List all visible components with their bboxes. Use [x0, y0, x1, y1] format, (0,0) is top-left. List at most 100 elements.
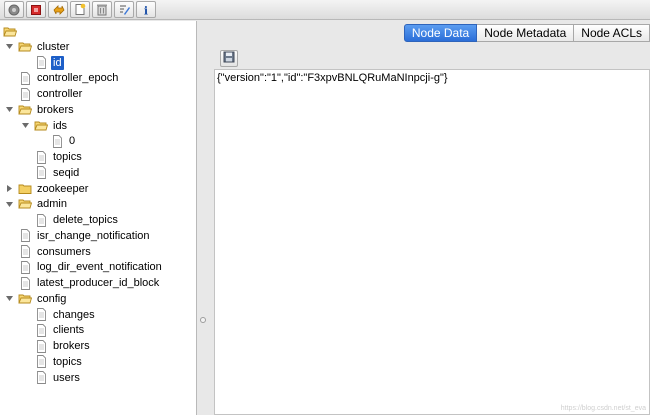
- add-node-icon: [74, 3, 86, 16]
- tree-item-label: controller_epoch: [37, 72, 119, 85]
- tree-item-isr-change-notification[interactable]: isr_change_notification: [5, 228, 152, 244]
- tree-item-label: seqid: [53, 166, 80, 179]
- tree-item-users[interactable]: users: [21, 370, 82, 386]
- file-icon: [34, 150, 48, 164]
- folder-open-icon: [3, 25, 17, 38]
- tree-item-label: topics: [53, 355, 82, 368]
- file-icon: [34, 323, 48, 337]
- expand-arrow-down-icon[interactable]: [21, 121, 30, 130]
- delete-node-icon: [96, 3, 108, 16]
- tree-panel[interactable]: cluster id controller_epoch controller broke…: [0, 21, 197, 415]
- tree-item-label: consumers: [37, 245, 91, 258]
- file-icon: [34, 355, 48, 369]
- tab-node-metadata[interactable]: Node Metadata: [477, 24, 575, 42]
- file-icon: [34, 339, 48, 353]
- floppy-disk-icon: [223, 51, 235, 66]
- info-button[interactable]: i: [136, 1, 156, 18]
- watermark-text: https://blog.csdn.net/st_eva: [560, 405, 646, 412]
- tree-item-label: topics: [53, 151, 82, 164]
- tree-item-controller-epoch[interactable]: controller_epoch: [5, 71, 120, 87]
- folder-open-icon: [18, 198, 32, 211]
- refresh-button[interactable]: [48, 1, 68, 18]
- tree-item-changes[interactable]: changes: [21, 307, 97, 323]
- tree-item-label: users: [53, 371, 80, 384]
- tree-item-topics[interactable]: topics: [21, 354, 84, 370]
- svg-text:i: i: [144, 4, 148, 16]
- folder-open-icon: [34, 119, 48, 132]
- tree-item-brokers[interactable]: brokers: [5, 102, 76, 118]
- file-icon: [18, 87, 32, 101]
- folder-open-icon: [18, 40, 32, 53]
- file-icon: [34, 308, 48, 322]
- tree-item-ids[interactable]: ids: [21, 118, 69, 134]
- tree-item-label: ids: [53, 119, 68, 132]
- tree-item-label: changes: [53, 308, 95, 321]
- tree-item-seqid[interactable]: seqid: [21, 165, 81, 181]
- tab-node-acls[interactable]: Node ACLs: [574, 24, 650, 42]
- tree-item-log-dir-event-notification[interactable]: log_dir_event_notification: [5, 260, 164, 276]
- disconnect-button[interactable]: [26, 1, 46, 18]
- tree-item-label: admin: [37, 198, 67, 211]
- file-icon: [18, 71, 32, 85]
- node-data-editor[interactable]: {"version":"1","id":"F3xpvBNLQRuMaNInpcj…: [214, 69, 650, 415]
- file-icon: [18, 245, 32, 259]
- tree-item-label: id: [51, 55, 64, 70]
- tree-item-zookeeper[interactable]: zookeeper: [5, 181, 90, 197]
- folder-open-icon: [18, 292, 32, 305]
- expand-arrow-down-icon[interactable]: [5, 105, 14, 114]
- tab-node-data[interactable]: Node Data: [403, 24, 478, 42]
- split-pane-divider[interactable]: [197, 21, 213, 415]
- expand-arrow-down-icon[interactable]: [5, 42, 14, 51]
- tree-item-consumers[interactable]: consumers: [5, 244, 93, 260]
- tree-item-0[interactable]: 0: [37, 134, 77, 150]
- tree-item-clients[interactable]: clients: [21, 323, 86, 339]
- file-icon: [18, 260, 32, 274]
- expand-arrow-down-icon[interactable]: [5, 200, 14, 209]
- tree-item-controller[interactable]: controller: [5, 86, 84, 102]
- tree-item-latest-producer-id-block[interactable]: latest_producer_id_block: [5, 275, 161, 291]
- tree-item-cluster[interactable]: cluster: [5, 39, 71, 55]
- tree-item-config[interactable]: config: [5, 291, 68, 307]
- connect-button[interactable]: [4, 1, 24, 18]
- edit-icon: [118, 3, 131, 16]
- tree-item-label: brokers: [37, 103, 74, 116]
- save-button[interactable]: [220, 50, 238, 67]
- folder-closed-icon: [18, 182, 32, 195]
- info-icon: i: [140, 4, 152, 16]
- tree-item-label: isr_change_notification: [37, 229, 150, 242]
- delete-node-button[interactable]: [92, 1, 112, 18]
- disconnect-icon: [30, 4, 42, 16]
- tree-item-id[interactable]: id: [21, 55, 64, 71]
- add-node-button[interactable]: [70, 1, 90, 18]
- tree-item-label: brokers: [53, 340, 90, 353]
- tree-item-topics[interactable]: topics: [21, 149, 84, 165]
- tree-item-label: cluster: [37, 40, 70, 53]
- tree-item-label: clients: [53, 324, 85, 337]
- divider-handle-icon[interactable]: [200, 317, 206, 323]
- node-panel: Node Data Node Metadata Node ACLs {"vers…: [213, 21, 650, 415]
- expand-arrow-down-icon[interactable]: [5, 294, 14, 303]
- edit-button[interactable]: [114, 1, 134, 18]
- tree-item-admin[interactable]: admin: [5, 197, 69, 213]
- tree-item-label: log_dir_event_notification: [37, 261, 162, 274]
- tree-item-brokers[interactable]: brokers: [21, 338, 92, 354]
- tree-root[interactable]: [3, 24, 20, 40]
- node-tabs: Node Data Node Metadata Node ACLs: [403, 24, 650, 42]
- tree-item-label: 0: [69, 135, 76, 148]
- toolbar: i: [0, 0, 650, 20]
- folder-open-icon: [18, 103, 32, 116]
- tree-item-delete-topics[interactable]: delete_topics: [21, 212, 120, 228]
- expand-arrow-right-icon[interactable]: [5, 184, 14, 193]
